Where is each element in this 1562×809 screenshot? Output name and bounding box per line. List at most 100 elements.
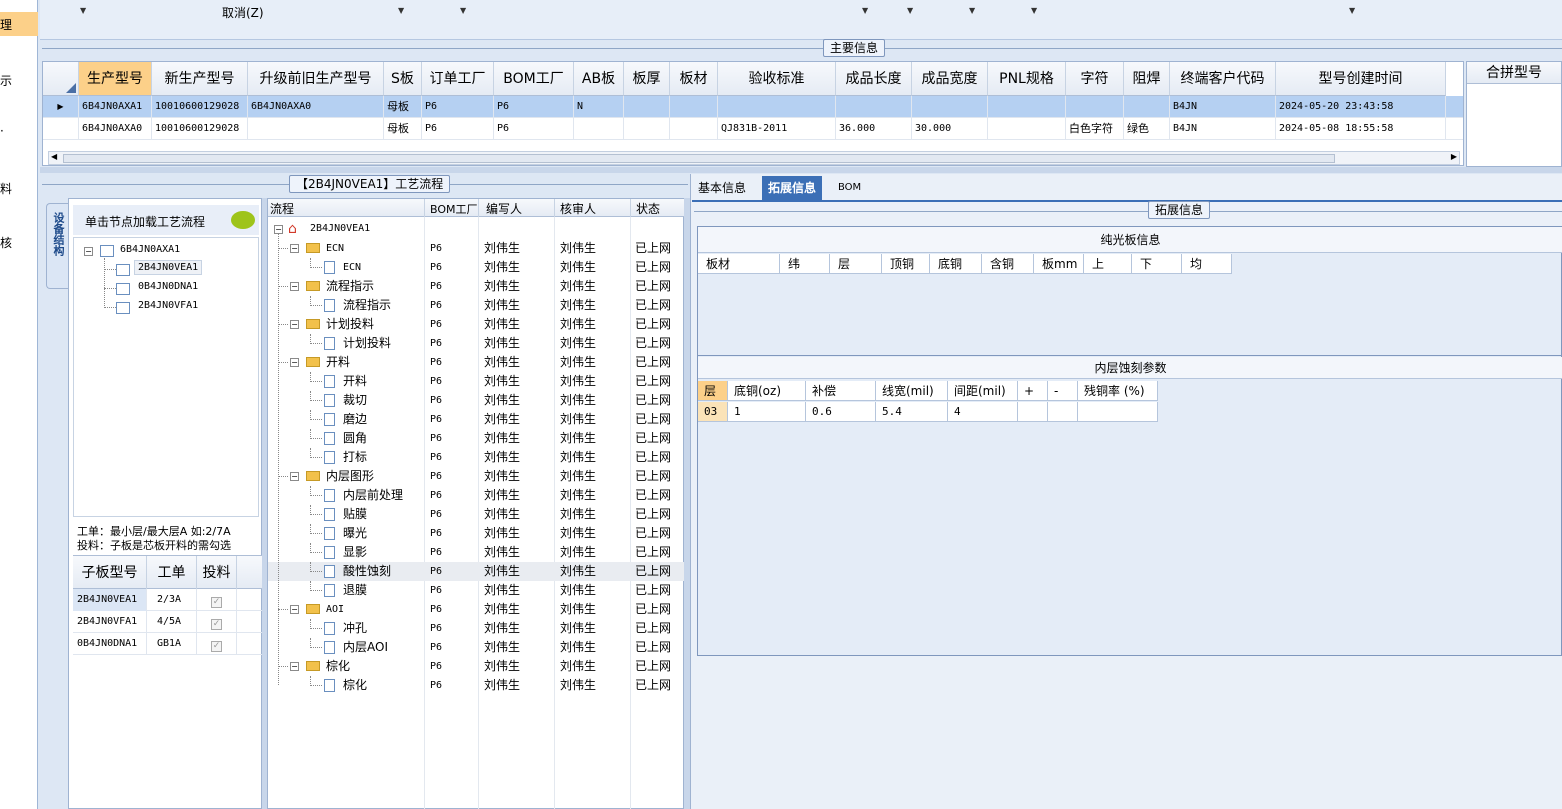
chevron-down-icon[interactable]: ▼ xyxy=(862,6,868,15)
grid-col-header[interactable]: 字符 xyxy=(1066,62,1124,96)
left-nav-item-3[interactable]: · xyxy=(0,124,4,138)
tab-basic[interactable]: 基本信息 xyxy=(692,176,752,200)
table-cell[interactable]: P6 xyxy=(494,96,574,118)
flow-step[interactable]: 酸性蚀刻 xyxy=(343,562,391,581)
table-cell[interactable]: GB1A xyxy=(147,633,197,655)
checkbox[interactable]: ✓ xyxy=(211,597,222,608)
left-nav-item-1[interactable]: 理 xyxy=(0,16,12,33)
table-cell[interactable] xyxy=(718,96,836,118)
scroll-right-icon[interactable]: ▶ xyxy=(1451,152,1457,161)
flow-row[interactable]: 显影 P6 刘伟生 刘伟生 已上网 xyxy=(268,543,685,562)
flow-row[interactable]: 流程指示 P6 刘伟生 刘伟生 已上网 xyxy=(268,296,685,315)
table-cell[interactable]: 0B4JN0DNA1 xyxy=(73,633,147,655)
table-cell[interactable]: 4/5A xyxy=(147,611,197,633)
flow-row[interactable]: − 流程指示 P6 刘伟生 刘伟生 已上网 xyxy=(268,277,685,296)
grid-col-header[interactable]: 阻焊 xyxy=(1124,62,1170,96)
grid-col-header[interactable]: BOM工厂 xyxy=(494,62,574,96)
etch-cell[interactable] xyxy=(1048,402,1078,422)
flow-step[interactable]: 磨边 xyxy=(343,410,367,429)
flow-step[interactable]: 显影 xyxy=(343,543,367,562)
checkbox-cell[interactable]: ✓ xyxy=(197,611,237,633)
flow-row[interactable]: 贴膜 P6 刘伟生 刘伟生 已上网 xyxy=(268,505,685,524)
flow-step-group[interactable]: 流程指示 xyxy=(326,277,374,296)
flow-row[interactable]: 圆角 P6 刘伟生 刘伟生 已上网 xyxy=(268,429,685,448)
table-row[interactable]: 2B4JN0VEA1 2/3A ✓ xyxy=(73,589,263,611)
flow-row[interactable]: − 计划投料 P6 刘伟生 刘伟生 已上网 xyxy=(268,315,685,334)
flow-row[interactable]: − ECN P6 刘伟生 刘伟生 已上网 xyxy=(268,239,685,258)
table-cell[interactable]: 30.000 xyxy=(912,118,988,140)
table-cell[interactable]: B4JN xyxy=(1170,96,1276,118)
chevron-down-icon[interactable]: ▼ xyxy=(1349,6,1355,15)
table-cell[interactable]: P6 xyxy=(494,118,574,140)
flow-row[interactable]: − 内层图形 P6 刘伟生 刘伟生 已上网 xyxy=(268,467,685,486)
table-cell[interactable]: P6 xyxy=(422,96,494,118)
flow-step[interactable]: ECN xyxy=(343,258,361,277)
table-cell[interactable]: P6 xyxy=(422,118,494,140)
table-cell[interactable]: 36.000 xyxy=(836,118,912,140)
left-nav-item-4[interactable]: 料 xyxy=(0,180,12,197)
flow-step[interactable]: 内层AOI xyxy=(343,638,388,657)
grid-col-header[interactable]: 订单工厂 xyxy=(422,62,494,96)
tree-child-selected[interactable]: 2B4JN0VEA1 xyxy=(134,260,203,275)
grid-col-header[interactable]: PNL规格 xyxy=(988,62,1066,96)
flow-step[interactable]: 退膜 xyxy=(343,581,367,600)
flow-step[interactable]: 棕化 xyxy=(343,676,367,695)
cancel-label[interactable]: 取消(Z) xyxy=(222,4,264,21)
checkbox-cell[interactable]: ✓ xyxy=(197,633,237,655)
flow-row[interactable]: 磨边 P6 刘伟生 刘伟生 已上网 xyxy=(268,410,685,429)
table-cell[interactable]: 6B4JN0AXA0 xyxy=(248,96,384,118)
left-nav-item-2[interactable]: 示 xyxy=(0,72,12,89)
scroll-left-icon[interactable]: ◀ xyxy=(51,152,57,161)
flow-step[interactable]: 圆角 xyxy=(343,429,367,448)
flow-row[interactable]: 内层前处理 P6 刘伟生 刘伟生 已上网 xyxy=(268,486,685,505)
flow-row[interactable]: 曝光 P6 刘伟生 刘伟生 已上网 xyxy=(268,524,685,543)
table-row[interactable]: 2B4JN0VFA1 4/5A ✓ xyxy=(73,611,263,633)
table-cell[interactable] xyxy=(1066,96,1124,118)
table-cell[interactable] xyxy=(988,96,1066,118)
chevron-down-icon[interactable]: ▼ xyxy=(907,6,913,15)
chevron-down-icon[interactable]: ▼ xyxy=(80,6,86,15)
table-cell[interactable]: 6B4JN0AXA1 xyxy=(79,96,152,118)
checkbox-cell[interactable]: ✓ xyxy=(197,589,237,611)
etch-cell[interactable] xyxy=(1078,402,1158,422)
flow-row[interactable]: − AOI P6 刘伟生 刘伟生 已上网 xyxy=(268,600,685,619)
flow-row[interactable]: − 开料 P6 刘伟生 刘伟生 已上网 xyxy=(268,353,685,372)
flow-step-group[interactable]: 棕化 xyxy=(326,657,350,676)
table-cell[interactable]: 10010600129028 xyxy=(152,96,248,118)
tree-root[interactable]: 6B4JN0AXA1 xyxy=(120,244,180,255)
flow-step-group[interactable]: 内层图形 xyxy=(326,467,374,486)
grid-col-header[interactable]: 板厚 xyxy=(624,62,670,96)
table-cell[interactable] xyxy=(670,96,718,118)
tab-extended[interactable]: 拓展信息 xyxy=(762,176,823,200)
table-cell[interactable] xyxy=(624,96,670,118)
grid-col-header[interactable]: AB板 xyxy=(574,62,624,96)
collapse-icon[interactable]: − xyxy=(290,320,299,329)
table-cell[interactable]: 绿色 xyxy=(1124,118,1170,140)
flow-step[interactable]: 冲孔 xyxy=(343,619,367,638)
table-row[interactable]: 0B4JN0DNA1 GB1A ✓ xyxy=(73,633,263,655)
flow-row[interactable]: 冲孔 P6 刘伟生 刘伟生 已上网 xyxy=(268,619,685,638)
table-cell[interactable]: QJ831B-2011 xyxy=(718,118,836,140)
flow-step-group[interactable]: ECN xyxy=(326,239,344,258)
checkbox[interactable]: ✓ xyxy=(211,641,222,652)
table-cell[interactable]: 2B4JN0VEA1 xyxy=(73,589,147,611)
table-cell[interactable]: 母板 xyxy=(384,118,422,140)
grid-col-header[interactable]: 成品长度 xyxy=(836,62,912,96)
collapse-icon[interactable]: − xyxy=(290,244,299,253)
grid-col-header[interactable]: 板材 xyxy=(670,62,718,96)
flow-step[interactable]: 打标 xyxy=(343,448,367,467)
collapse-icon[interactable]: − xyxy=(84,247,93,256)
etch-cell[interactable]: 4 xyxy=(948,402,1018,422)
chevron-down-icon[interactable]: ▼ xyxy=(969,6,975,15)
flow-step-group[interactable]: 开料 xyxy=(326,353,350,372)
table-cell[interactable]: 2B4JN0VFA1 xyxy=(73,611,147,633)
table-row[interactable]: 6B4JN0AXA0 10010600129028 母板 P6 P6 QJ831B-201… xyxy=(43,118,1463,140)
chevron-down-icon[interactable]: ▼ xyxy=(1031,6,1037,15)
collapse-icon[interactable]: − xyxy=(290,358,299,367)
flow-row[interactable]: 开料 P6 刘伟生 刘伟生 已上网 xyxy=(268,372,685,391)
chevron-down-icon[interactable]: ▼ xyxy=(460,6,466,15)
etch-cell[interactable]: 0.6 xyxy=(806,402,876,422)
table-cell[interactable] xyxy=(670,118,718,140)
table-cell[interactable] xyxy=(574,118,624,140)
table-row[interactable]: ▶ 6B4JN0AXA1 10010600129028 6B4JN0AXA0 母板 P6 P… xyxy=(43,96,1463,118)
